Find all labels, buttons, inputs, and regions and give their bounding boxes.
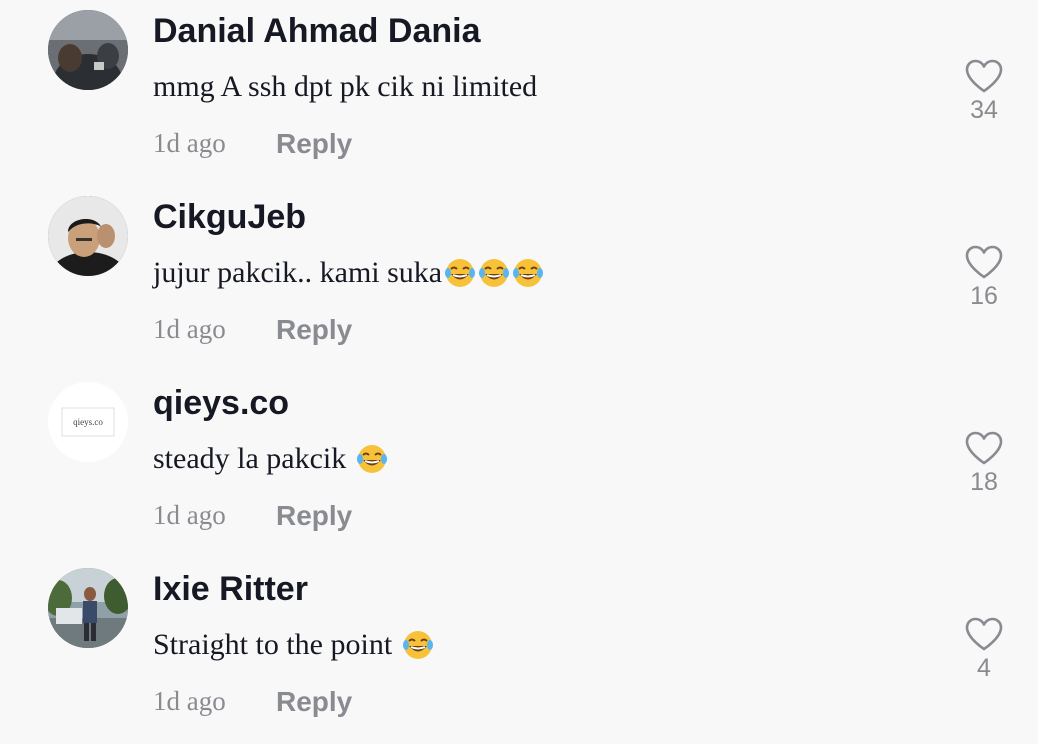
like-button[interactable]: 16 — [958, 244, 1010, 311]
avatar[interactable] — [48, 196, 128, 276]
like-count: 34 — [970, 96, 998, 124]
comment-timestamp: 1d ago — [153, 686, 226, 716]
comment-item: qieys.co qieys.co steady la pakcik 1d ag… — [0, 372, 1038, 558]
reply-button[interactable]: Reply — [276, 500, 352, 532]
like-count: 4 — [977, 654, 991, 682]
like-button[interactable]: 18 — [958, 430, 1010, 497]
reply-button[interactable]: Reply — [276, 128, 352, 160]
heart-outline-icon — [965, 245, 1003, 279]
face-with-tears-of-joy-emoji — [356, 443, 388, 475]
comment-item: CikguJeb jujur pakcik.. kami suka 1d ago… — [0, 186, 1038, 372]
face-with-tears-of-joy-emoji — [444, 257, 476, 289]
comment-item: Ixie Ritter Straight to the point 1d ago… — [0, 558, 1038, 744]
reply-button[interactable]: Reply — [276, 314, 352, 346]
face-with-tears-of-joy-emoji — [402, 629, 434, 661]
heart-outline-icon — [965, 431, 1003, 465]
comment-username[interactable]: CikguJeb — [153, 198, 306, 237]
comment-username[interactable]: Ixie Ritter — [153, 570, 308, 609]
comment-text: mmg A ssh dpt pk cik ni limited — [153, 70, 538, 103]
comment-text: jujur pakcik.. kami suka — [153, 256, 544, 290]
like-button[interactable]: 4 — [958, 616, 1010, 683]
comment-text: Straight to the point — [153, 628, 434, 662]
comment-timestamp: 1d ago — [153, 314, 226, 344]
comment-text: steady la pakcik — [153, 442, 388, 476]
face-with-tears-of-joy-emoji — [478, 257, 510, 289]
like-count: 16 — [970, 282, 998, 310]
heart-outline-icon — [965, 59, 1003, 93]
comment-timestamp: 1d ago — [153, 500, 226, 530]
heart-outline-icon — [965, 617, 1003, 651]
avatar[interactable] — [48, 10, 128, 90]
reply-button[interactable]: Reply — [276, 686, 352, 718]
avatar-logo-text: qieys.co — [73, 417, 103, 427]
avatar[interactable]: qieys.co — [48, 382, 128, 462]
face-with-tears-of-joy-emoji — [512, 257, 544, 289]
comment-item: Danial Ahmad Dania mmg A ssh dpt pk cik … — [0, 0, 1038, 186]
like-count: 18 — [970, 468, 998, 496]
comment-username[interactable]: Danial Ahmad Dania — [153, 12, 480, 51]
like-button[interactable]: 34 — [958, 58, 1010, 125]
comment-username[interactable]: qieys.co — [153, 384, 289, 423]
avatar[interactable] — [48, 568, 128, 648]
comment-timestamp: 1d ago — [153, 128, 226, 158]
